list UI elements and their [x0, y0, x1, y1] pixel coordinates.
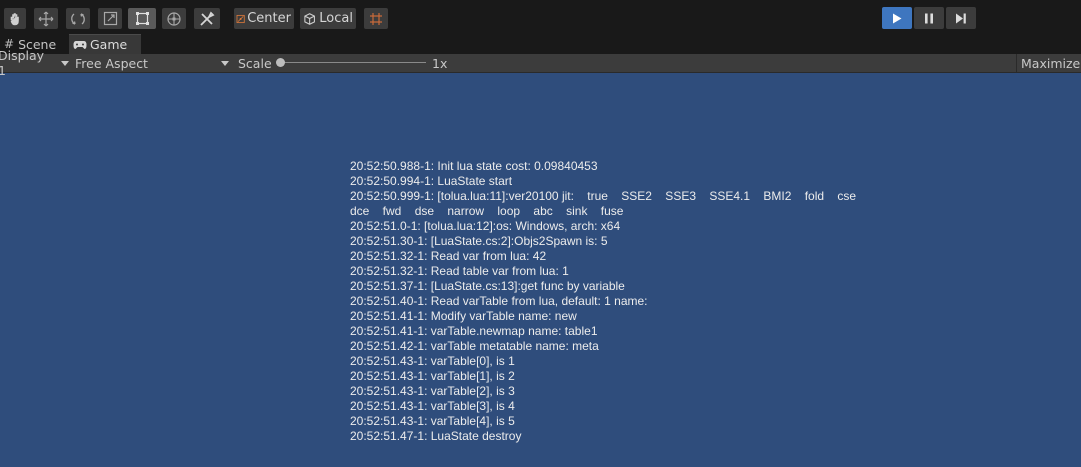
pivot-center-icon — [236, 14, 245, 23]
transform-icon — [167, 11, 181, 26]
pause-button[interactable] — [914, 7, 944, 29]
log-line: 20:52:51.43-1: varTable[3], is 4 — [350, 399, 515, 413]
play-button[interactable] — [882, 7, 912, 29]
scale-icon — [103, 11, 117, 26]
hand-tool-button[interactable] — [4, 8, 26, 29]
scale-value: 1x — [432, 55, 448, 71]
pivot-mode-button[interactable]: Center — [234, 8, 294, 29]
scale-tool-button[interactable] — [98, 8, 122, 29]
aspect-label: Free Aspect — [75, 55, 148, 71]
custom-tool-button[interactable] — [194, 8, 220, 29]
log-line: 20:52:51.30-1: [LuaState.cs:2]:Objs2Spaw… — [350, 234, 608, 248]
log-line: 20:52:50.999-1: [tolua.lua:11]:ver20100 … — [350, 189, 857, 203]
log-line: 20:52:51.47-1: LuaState destroy — [350, 429, 522, 443]
rect-transform-icon — [135, 12, 149, 25]
tab-game[interactable]: Game — [69, 34, 141, 54]
display-dropdown[interactable]: Display 1 — [0, 48, 69, 78]
log-line: 20:52:51.0-1: [tolua.lua:12]:os: Windows… — [350, 219, 621, 233]
log-line: 20:52:51.40-1: Read varTable from lua, d… — [350, 294, 648, 308]
pivot-space-label: Local — [319, 11, 353, 26]
log-line: 20:52:51.37-1: [LuaState.cs:13]:get func… — [350, 279, 625, 293]
move-tool-button[interactable] — [34, 8, 58, 29]
maximize-toggle[interactable]: Maximize O — [1016, 54, 1081, 72]
rotate-tool-button[interactable] — [66, 8, 90, 29]
transform-tool-button[interactable] — [162, 8, 186, 29]
log-line: 20:52:51.41-1: Modify varTable name: new — [350, 309, 577, 323]
step-icon — [956, 13, 966, 23]
display-label: Display 1 — [0, 48, 45, 78]
game-view-toolbar: Display 1 Free Aspect Scale 1x Maximize … — [0, 48, 1081, 78]
chevron-down-icon — [221, 61, 229, 66]
play-icon — [893, 13, 902, 23]
hand-icon — [10, 12, 19, 25]
move-icon — [38, 11, 54, 26]
pivot-mode-label: Center — [247, 11, 291, 26]
rect-tool-button[interactable] — [128, 8, 156, 29]
log-line: dce fwd dse narrow loop abc sink fuse — [350, 204, 624, 218]
rotate-icon — [71, 12, 85, 25]
maximize-label: Maximize O — [1021, 55, 1081, 71]
scale-slider-handle[interactable] — [276, 58, 285, 67]
game-log-output: 20:52:50.988-1: Init lua state cost: 0.0… — [350, 159, 930, 444]
pivot-space-button[interactable]: Local — [300, 8, 356, 29]
log-line: 20:52:51.43-1: varTable[4], is 5 — [350, 414, 515, 428]
grid-snap-icon — [370, 12, 382, 25]
log-line: 20:52:51.32-1: Read var from lua: 42 — [350, 249, 547, 263]
log-line: 20:52:51.41-1: varTable.newmap name: tab… — [350, 324, 598, 338]
log-line: 20:52:51.43-1: varTable[1], is 2 — [350, 369, 515, 383]
log-line: 20:52:51.43-1: varTable[2], is 3 — [350, 384, 515, 398]
main-toolbar: Center Local — [0, 4, 1081, 33]
aspect-dropdown[interactable]: Free Aspect — [75, 54, 230, 72]
log-line: 20:52:50.994-1: LuaState start — [350, 174, 513, 188]
chevron-down-icon — [61, 60, 69, 66]
grid-snap-button[interactable] — [364, 8, 388, 29]
tab-game-label: Game — [90, 37, 128, 52]
pause-icon — [925, 13, 933, 23]
scale-slider-track[interactable] — [280, 62, 426, 63]
scale-label: Scale — [238, 55, 272, 71]
log-line: 20:52:51.32-1: Read table var from lua: … — [350, 264, 569, 278]
log-line: 20:52:50.988-1: Init lua state cost: 0.0… — [350, 159, 598, 173]
gamepad-icon — [73, 40, 87, 49]
local-space-icon — [304, 12, 315, 25]
view-tab-bar: # Scene Game — [0, 33, 1081, 54]
tools-icon — [200, 10, 215, 26]
step-button[interactable] — [946, 7, 976, 29]
log-line: 20:52:51.42-1: varTable metatable name: … — [350, 339, 599, 353]
log-line: 20:52:51.43-1: varTable[0], is 1 — [350, 354, 515, 368]
